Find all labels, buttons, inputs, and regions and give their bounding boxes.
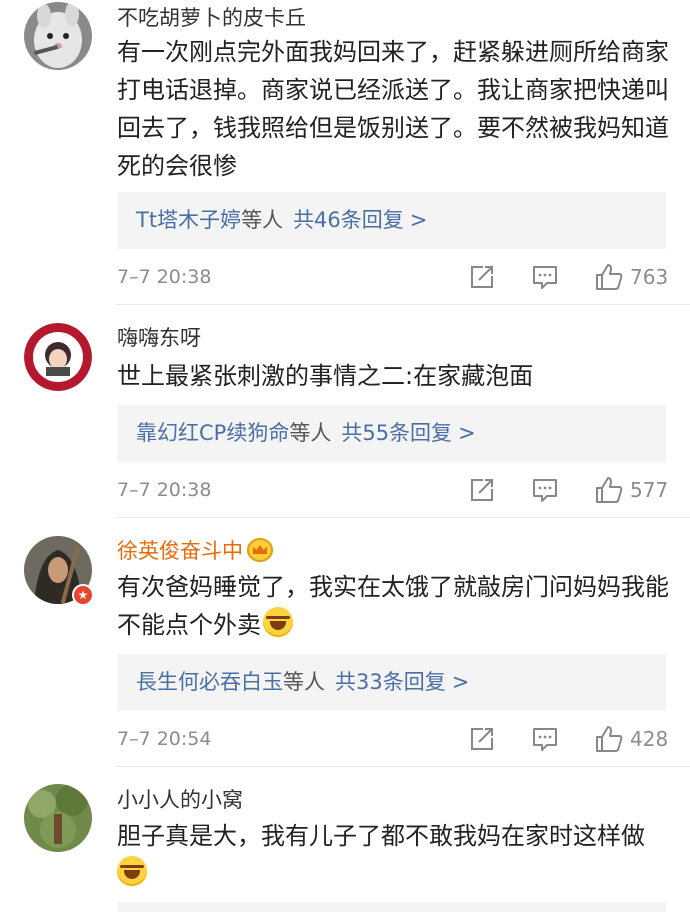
timestamp: 7–7 20:38 bbox=[117, 479, 212, 501]
reply-others-label: 等人 bbox=[241, 208, 284, 232]
comment-text: 有次爸妈睡觉了，我实在太饿了就敲房门问妈妈我能不能点个外卖 bbox=[117, 568, 672, 644]
divider bbox=[116, 766, 690, 767]
reply-arrow[interactable]: > bbox=[452, 670, 470, 694]
divider bbox=[116, 517, 690, 518]
laugh-cry-emoji bbox=[117, 856, 147, 886]
like-icon[interactable] bbox=[595, 263, 623, 291]
reply-count[interactable]: 共46条回复 bbox=[293, 208, 404, 232]
reply-count[interactable]: 共33条回复 bbox=[335, 670, 446, 694]
reply-user[interactable]: 長生何必吞白玉 bbox=[136, 670, 283, 694]
like-icon[interactable] bbox=[595, 725, 623, 753]
username[interactable]: 嗨嗨东呀 bbox=[117, 325, 201, 351]
comment-text: 胆子真是大，我有儿子了都不敢我妈在家时这样做 bbox=[117, 817, 672, 893]
reply-summary[interactable]: 靠幻红CP续狗命等人 共55条回复 > bbox=[117, 405, 666, 462]
reply-arrow[interactable]: > bbox=[410, 208, 428, 232]
comment-text: 世上最紧张刺激的事情之二:在家藏泡面 bbox=[117, 362, 534, 390]
username-text: 徐英俊奋斗中 bbox=[117, 539, 243, 563]
reply-summary[interactable]: Tt塔木子婷等人 共46条回复 > bbox=[117, 192, 666, 249]
reply-user[interactable]: 靠幻红CP续狗命 bbox=[136, 421, 289, 445]
comment-text-content: 胆子真是大，我有儿子了都不敢我妈在家时这样做 bbox=[117, 822, 645, 850]
share-icon[interactable] bbox=[469, 477, 495, 503]
comment-icon[interactable] bbox=[532, 726, 558, 752]
like-count: 428 bbox=[630, 727, 669, 751]
reply-summary[interactable]: 長生何必吞白玉等人 共33条回复 > bbox=[117, 654, 666, 711]
like-count: 577 bbox=[630, 478, 669, 502]
comment-text: 有一次刚点完外面我妈回来了，赶紧躲进厕所给商家打电话退掉。商家说已经派送了。我让… bbox=[117, 38, 669, 180]
reply-user[interactable]: Tt塔木子婷 bbox=[136, 208, 241, 232]
laugh-cry-emoji bbox=[263, 607, 293, 637]
like-count: 763 bbox=[630, 265, 669, 289]
comment-icon[interactable] bbox=[532, 477, 558, 503]
reply-others-label: 等人 bbox=[283, 670, 325, 694]
avatar[interactable] bbox=[24, 323, 92, 391]
timestamp: 7–7 20:54 bbox=[117, 728, 212, 750]
comment-text-content: 有次爸妈睡觉了，我实在太饿了就敲房门问妈妈我能不能点个外卖 bbox=[117, 573, 669, 639]
divider bbox=[116, 304, 690, 305]
avatar[interactable] bbox=[24, 2, 92, 70]
username[interactable]: 小小人的小窝 bbox=[117, 787, 243, 813]
reply-others-label: 等人 bbox=[289, 421, 332, 445]
share-icon[interactable] bbox=[469, 264, 495, 290]
username[interactable]: 徐英俊奋斗中 bbox=[117, 538, 273, 564]
reply-count[interactable]: 共55条回复 bbox=[341, 421, 452, 445]
timestamp: 7–7 20:38 bbox=[117, 266, 212, 288]
comment-icon[interactable] bbox=[532, 264, 558, 290]
crown-badge-icon bbox=[247, 538, 273, 562]
share-icon[interactable] bbox=[469, 726, 495, 752]
verified-badge-icon: ★ bbox=[72, 584, 94, 606]
avatar[interactable] bbox=[24, 784, 92, 852]
reply-summary[interactable] bbox=[117, 902, 666, 912]
like-icon[interactable] bbox=[595, 476, 623, 504]
reply-arrow[interactable]: > bbox=[458, 421, 476, 445]
username[interactable]: 不吃胡萝卜的皮卡丘 bbox=[117, 5, 306, 31]
